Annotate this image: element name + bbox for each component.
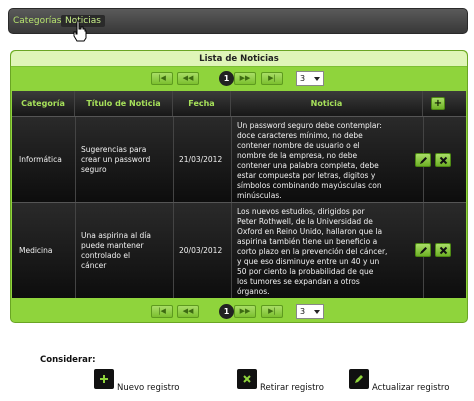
pager-first-button[interactable]: |◀: [151, 72, 173, 85]
pager-last-button[interactable]: ▶|: [261, 305, 283, 318]
pager-first-button[interactable]: |◀: [151, 305, 173, 318]
pager-prev-button[interactable]: ◀◀: [177, 305, 199, 318]
page-size-value: 3: [300, 74, 306, 83]
pager-next-button[interactable]: ▶▶: [234, 305, 256, 318]
close-icon: [243, 375, 251, 383]
column-header-noticia[interactable]: Noticia: [231, 91, 423, 116]
edit-button[interactable]: [415, 243, 431, 257]
table-row: Medicina Una aspirina al día puede mante…: [12, 202, 466, 298]
add-record-button[interactable]: +: [431, 97, 445, 110]
hand-cursor-icon: [73, 20, 87, 42]
legend-remove-label: Retirar registro: [260, 383, 324, 393]
cell-title: Sugerencias para crear un password segur…: [81, 145, 151, 174]
delete-button[interactable]: [435, 243, 451, 257]
cell-body: Un password seguro debe contemplar: doce…: [237, 121, 382, 200]
page-size-value: 3: [300, 307, 306, 316]
pager-top: |◀ ◀◀ 1 ▶▶ ▶| 3: [11, 69, 467, 89]
chevron-down-icon: [314, 77, 320, 81]
legend-update-icon: [349, 369, 369, 389]
cell-title: Una aspirina al día puede mantener contr…: [81, 231, 151, 270]
cell-category: Informática: [19, 155, 62, 164]
table-row: Informática Sugerencias para crear un pa…: [12, 116, 466, 202]
pager-prev-button[interactable]: ◀◀: [177, 72, 199, 85]
delete-button[interactable]: [435, 153, 451, 167]
pager-next-button[interactable]: ▶▶: [234, 72, 256, 85]
cell-date: 20/03/2012: [179, 246, 223, 255]
legend-update-label: Actualizar registro: [372, 383, 450, 393]
table-header: Categoría Título de Noticia Fecha Notici…: [12, 91, 466, 116]
pager-last-button[interactable]: ▶|: [261, 72, 283, 85]
cell-body: Los nuevos estudios, dirigidos por Peter…: [237, 207, 388, 296]
menu-item-categorias[interactable]: Categorías: [13, 16, 62, 26]
edit-button[interactable]: [415, 153, 431, 167]
page-size-select[interactable]: 3: [296, 304, 324, 319]
close-icon: [439, 246, 448, 255]
grid-title: Lista de Noticias: [11, 51, 467, 67]
pencil-icon: [420, 157, 427, 164]
column-header-categoria[interactable]: Categoría: [12, 91, 75, 116]
chevron-down-icon: [314, 310, 320, 314]
cell-date: 21/03/2012: [179, 155, 223, 164]
legend-new-label: Nuevo registro: [117, 383, 180, 393]
pager-bottom: |◀ ◀◀ 1 ▶▶ ▶| 3: [11, 302, 467, 322]
pager-current-page[interactable]: 1: [219, 304, 234, 319]
legend-remove-icon: [237, 369, 257, 389]
cell-category: Medicina: [19, 246, 53, 255]
plus-icon: [100, 375, 108, 383]
legend-add-icon: [94, 369, 114, 389]
pencil-icon: [355, 375, 363, 383]
page-size-select[interactable]: 3: [296, 71, 324, 86]
pencil-icon: [420, 247, 427, 254]
pager-current-page[interactable]: 1: [219, 71, 234, 86]
legend-title: Considerar:: [40, 355, 96, 365]
news-grid-panel: Lista de Noticias |◀ ◀◀ 1 ▶▶ ▶| 3 Catego…: [10, 50, 468, 323]
column-header-fecha[interactable]: Fecha: [173, 91, 231, 116]
close-icon: [439, 156, 448, 165]
column-header-titulo[interactable]: Título de Noticia: [75, 91, 173, 116]
